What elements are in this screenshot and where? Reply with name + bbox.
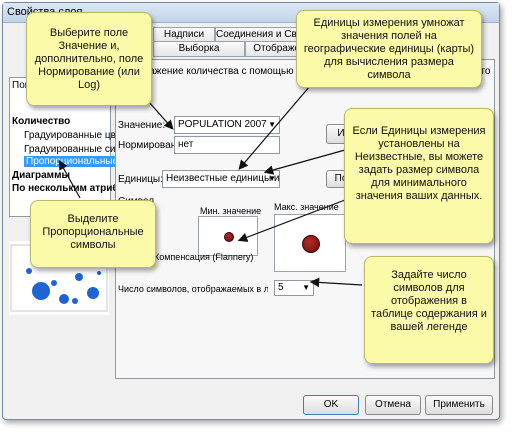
callout-unknown-units: Если Единицы измерения установлены на Не… (344, 108, 494, 244)
arrow-to-min-symbol (237, 199, 346, 242)
callout-select-proportional: Выделите Пропорциональные символы (30, 200, 156, 268)
arrow-to-proportional (58, 159, 81, 199)
callout-units: Единицы измерения умножат значения полей… (296, 10, 482, 88)
callout-legend-count: Задайте число символов для отображения в… (364, 256, 494, 364)
arrow-to-legend-count (309, 277, 363, 288)
arrow-to-units-2 (263, 149, 346, 175)
arrow-to-units (238, 85, 311, 170)
callout-fields: Выберите поле Значение и, дополнительно,… (26, 12, 152, 106)
